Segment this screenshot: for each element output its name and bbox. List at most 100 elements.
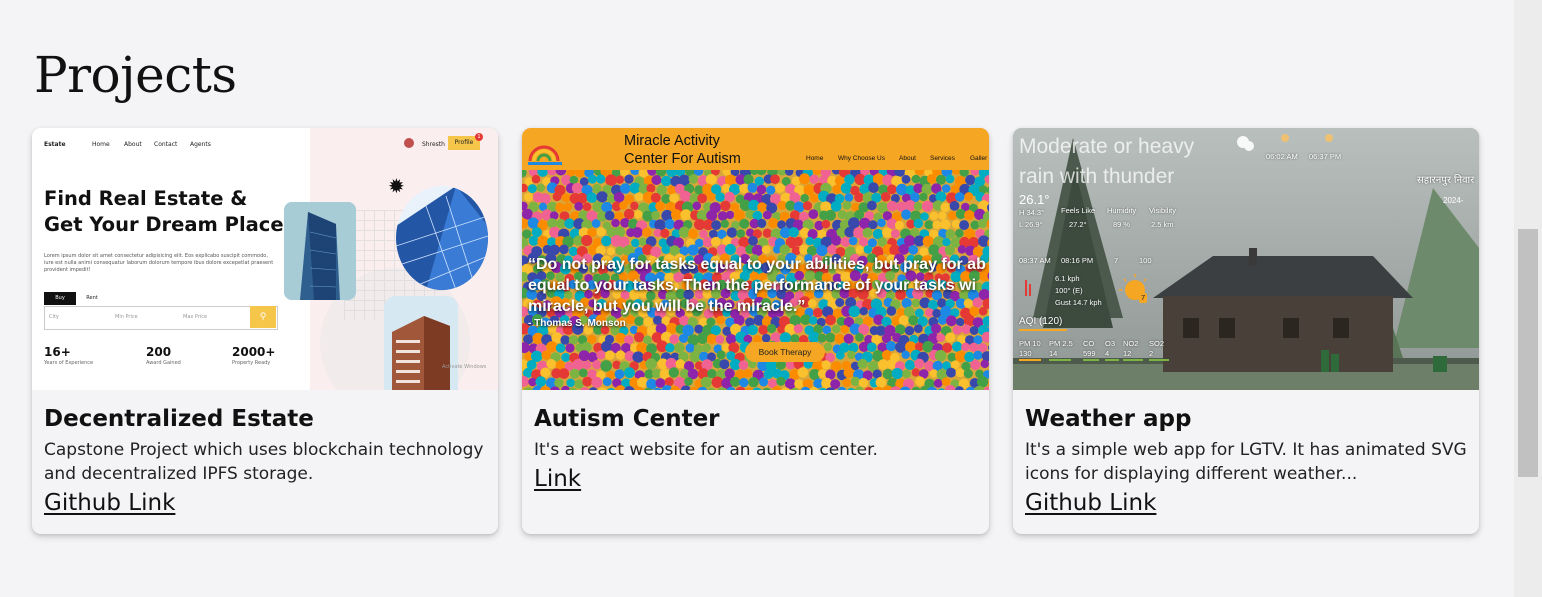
pollutant-name: PM 2.5 bbox=[1049, 339, 1073, 348]
card-title: Weather app bbox=[1025, 406, 1192, 432]
card-description: It's a simple web app for LGTV. It has a… bbox=[1025, 440, 1467, 484]
brand-line: Miracle Activity bbox=[624, 133, 720, 149]
estate-logo: Estate bbox=[44, 141, 66, 148]
hero-heading: Find Real Estate & Get Your Dream Place bbox=[44, 187, 284, 236]
card-body: Decentralized Estate Capstone Project wh… bbox=[44, 404, 488, 518]
pollutant-value: 14 bbox=[1049, 349, 1058, 358]
pollutant-no2: NO2 12 bbox=[1123, 339, 1138, 359]
stat-label: Years of Experience bbox=[44, 360, 94, 366]
page-title: Projects bbox=[34, 46, 237, 104]
humidity-value: 89 % bbox=[1113, 220, 1131, 229]
rainbow-logo-icon bbox=[528, 145, 562, 165]
project-card-decentralized-estate: Estate Home About Contact Agents Shresth… bbox=[32, 128, 498, 534]
condition-line: Moderate or heavy bbox=[1019, 135, 1195, 158]
pollutant-bar bbox=[1049, 359, 1071, 361]
nav-why-choose-us: Why Choose Us bbox=[838, 155, 885, 162]
visibility-label: Visibility bbox=[1149, 206, 1176, 215]
pollutant-name: O3 bbox=[1105, 339, 1116, 348]
pollutant-bar bbox=[1019, 359, 1041, 361]
condition-line: rain with thunder bbox=[1019, 165, 1175, 188]
card-title: Decentralized Estate bbox=[44, 406, 314, 432]
brand-line: Center For Autism bbox=[624, 151, 741, 167]
wind-direction: 100° (E) bbox=[1055, 286, 1083, 295]
pollutant-name: CO bbox=[1083, 339, 1095, 348]
moon-value: 7 bbox=[1114, 256, 1119, 265]
date: 2024- bbox=[1443, 196, 1464, 205]
search-icon: ⚲ bbox=[250, 306, 276, 328]
stat-label: Award Gained bbox=[146, 360, 181, 366]
card-description: Capstone Project which uses blockchain t… bbox=[44, 440, 484, 484]
feels-like-label: Feels Like bbox=[1061, 206, 1096, 215]
site-header: Miracle Activity Center For Autism Home … bbox=[522, 128, 989, 170]
property-search-bar: City Min Price Max Price bbox=[44, 306, 278, 330]
building-image bbox=[284, 202, 356, 300]
project-card-autism-center: Miracle Activity Center For Autism Home … bbox=[522, 128, 989, 534]
temp-low: L 26.9° bbox=[1019, 220, 1043, 229]
pollutant-pm25: PM 2.5 14 bbox=[1049, 339, 1073, 359]
watermark: Activate Windows bbox=[442, 364, 487, 370]
stat-number: 16+ bbox=[44, 345, 71, 359]
visibility-value: 2.5 km bbox=[1151, 220, 1174, 229]
project-link[interactable]: Link bbox=[534, 464, 581, 494]
pollutant-bar bbox=[1123, 359, 1143, 361]
cloud-value: 100 bbox=[1139, 256, 1152, 265]
city-name: सहारनपुर निवार bbox=[1417, 175, 1475, 186]
pollutant-value: 599 bbox=[1083, 349, 1096, 358]
book-therapy-button: Book Therapy bbox=[745, 342, 825, 362]
nav-gallery: Galler bbox=[970, 155, 988, 162]
nav-about: About bbox=[899, 155, 916, 162]
estate-navbar: Estate Home About Contact Agents Shresth bbox=[44, 138, 488, 152]
wind-speed: 6.1 kph bbox=[1055, 274, 1080, 283]
tab-rent: Rent bbox=[76, 292, 108, 305]
pollutant-pm10: PM 10 130 bbox=[1019, 339, 1041, 359]
quote-text: “Do not pray for tasks equal to your abi… bbox=[528, 254, 989, 317]
stat-label: Property Ready bbox=[232, 360, 271, 366]
card-description: It's a react website for an autism cente… bbox=[534, 440, 878, 460]
sunrise-time: 06:02 AM bbox=[1266, 152, 1298, 161]
nav-about: About bbox=[124, 141, 142, 148]
site-brand: Miracle Activity Center For Autism bbox=[624, 132, 741, 168]
scrollbar-thumb[interactable] bbox=[1518, 229, 1538, 477]
github-link[interactable]: Github Link bbox=[44, 488, 175, 518]
weather-condition: Moderate or heavy rain with thunder bbox=[1019, 132, 1194, 192]
project-thumbnail: Estate Home About Contact Agents Shresth… bbox=[32, 128, 498, 390]
pollutant-value: 130 bbox=[1019, 349, 1032, 358]
building-image bbox=[384, 296, 458, 390]
notification-badge: 1 bbox=[475, 133, 483, 141]
card-body: Weather app It's a simple web app for LG… bbox=[1025, 404, 1469, 518]
moonset-time: 08:16 PM bbox=[1061, 256, 1094, 265]
nav-agents: Agents bbox=[190, 141, 211, 148]
stat-number: 200 bbox=[146, 345, 172, 359]
search-min-price: Min Price bbox=[115, 314, 138, 320]
stat-awards: 200 Award Gained bbox=[146, 345, 181, 367]
temperature: 26.1° bbox=[1019, 192, 1050, 207]
card-body: Autism Center It's a react website for a… bbox=[534, 404, 979, 494]
pollutant-name: PM 10 bbox=[1019, 339, 1041, 348]
building-image bbox=[396, 186, 488, 290]
card-title: Autism Center bbox=[534, 406, 720, 432]
nav-services: Services bbox=[930, 155, 955, 162]
user-name: Shresth bbox=[422, 141, 445, 148]
search-city: City bbox=[49, 314, 59, 320]
starburst-icon: ✹ bbox=[388, 174, 405, 198]
project-thumbnail: Miracle Activity Center For Autism Home … bbox=[522, 128, 989, 390]
sunset-time: 06:37 PM bbox=[1309, 152, 1342, 161]
search-max-price: Max Price bbox=[183, 314, 208, 320]
nav-home: Home bbox=[806, 155, 824, 162]
feels-like-value: 27.2° bbox=[1069, 220, 1087, 229]
github-link[interactable]: Github Link bbox=[1025, 488, 1156, 518]
pollutant-value: 12 bbox=[1123, 349, 1132, 358]
quote-author: - Thomas S. Monson bbox=[528, 318, 626, 329]
project-card-weather-app: Moderate or heavy rain with thunder 06:0… bbox=[1013, 128, 1479, 534]
nav-home: Home bbox=[92, 141, 110, 148]
stat-properties: 2000+ Property Ready bbox=[232, 345, 275, 367]
avatar bbox=[404, 138, 414, 148]
hero-paragraph: Lorem ipsum dolor sit amet consectetur a… bbox=[44, 253, 274, 273]
pollutant-o3: O3 4 bbox=[1105, 339, 1115, 359]
nav-contact: Contact bbox=[154, 141, 178, 148]
quote-line: miracle, but you will be the miracle.” bbox=[528, 298, 806, 315]
stat-experience: 16+ Years of Experience bbox=[44, 345, 93, 367]
tab-buy: Buy bbox=[44, 292, 76, 305]
temp-high: H 34.3° bbox=[1019, 208, 1045, 217]
quote-line: equal to your tasks. Then the performanc… bbox=[528, 277, 977, 294]
